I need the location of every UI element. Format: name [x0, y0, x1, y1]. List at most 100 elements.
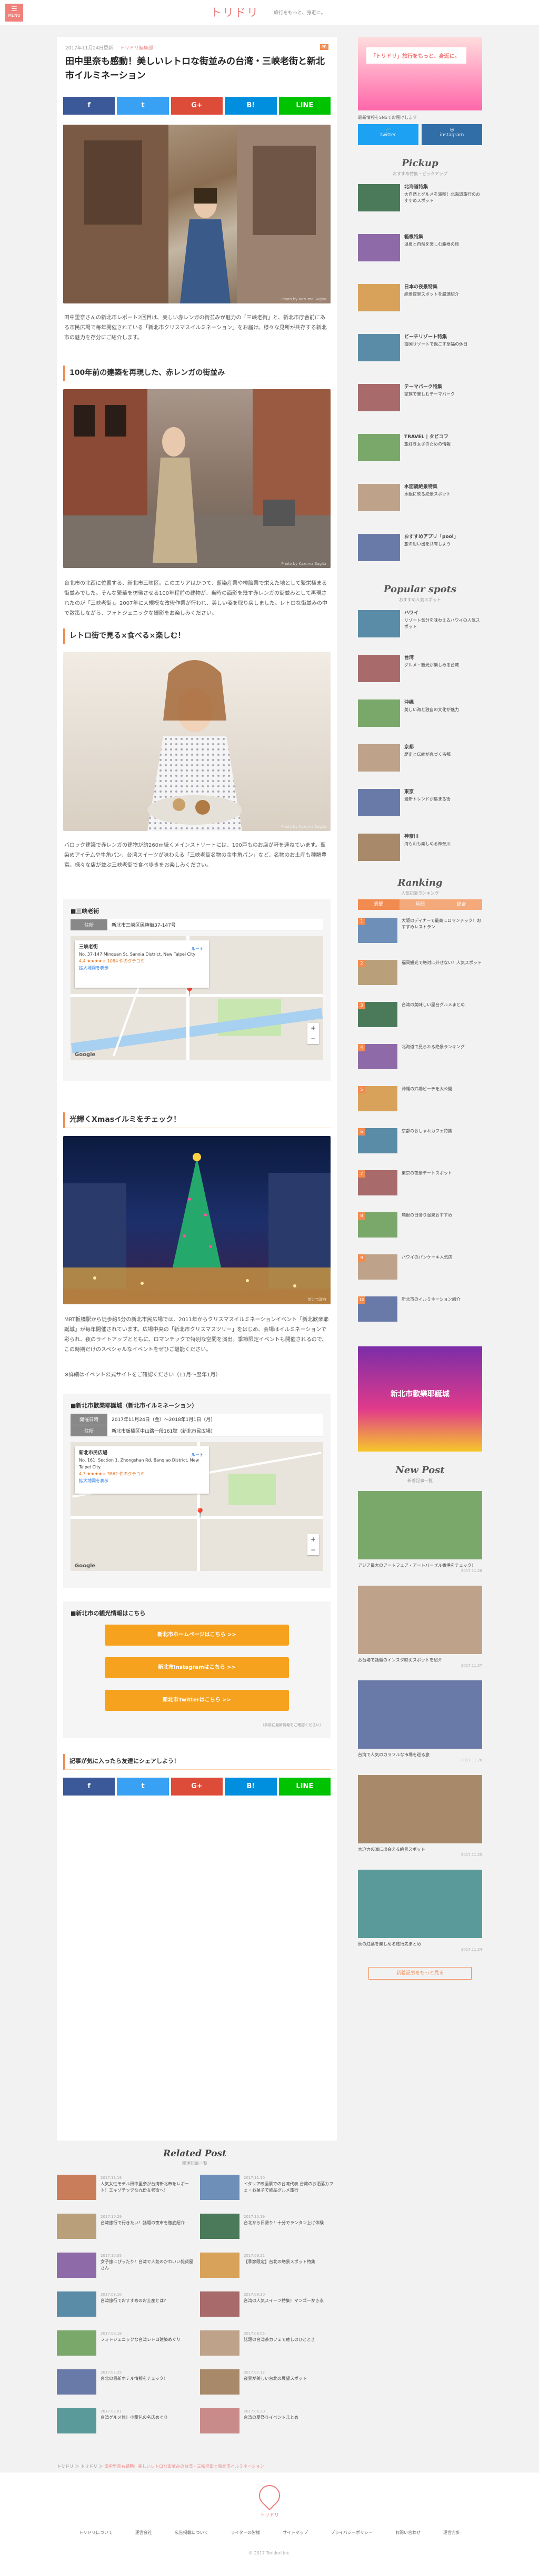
- ranking-item[interactable]: 1 大阪のディナーで最高にロマンチック！おすすめレストラン: [358, 918, 482, 943]
- googleplus-share-button[interactable]: G+: [171, 97, 223, 115]
- footer-nav-link[interactable]: 運営会社: [135, 2530, 152, 2536]
- newpost-item[interactable]: 秋の紅葉を楽しめる旅行先まとめ 2017.11.24: [358, 1870, 482, 1952]
- footer-nav-link[interactable]: サイトマップ: [283, 2530, 308, 2536]
- related-post-item[interactable]: 2017.11.18 人気女性モデル田中里奈が台湾新北市をレポート！エキゾチックな…: [57, 2175, 194, 2200]
- google-map[interactable]: 📍 新北市民広場 No. 161, Section 1, Zhongshan R…: [71, 1442, 323, 1571]
- footer-nav-link[interactable]: トリドリについて: [79, 2530, 113, 2536]
- related-post-item[interactable]: 2017.11.10 イタリア映画祭での台湾代表 台湾のお洒落カフェ・お菓子で絶品…: [200, 2175, 337, 2200]
- footer-nav-link[interactable]: 広告掲載について: [175, 2530, 208, 2536]
- popular-spot-item[interactable]: ハワイ リゾート気分を味わえるハワイの人気スポット: [358, 610, 482, 637]
- hatena-share-button[interactable]: B!: [225, 97, 277, 115]
- info-row-address: 住所 新北市三峡区民権街37-147号: [71, 919, 323, 931]
- instagram-follow-button[interactable]: ◎ instagram: [422, 124, 482, 145]
- popular-spot-item[interactable]: 台湾 グルメ・観光が楽しめる台湾: [358, 655, 482, 682]
- tab-weekly[interactable]: 週間: [358, 899, 400, 910]
- ranking-item[interactable]: 8 箱根の日帰り温泉おすすめ: [358, 1212, 482, 1238]
- breadcrumb-home[interactable]: トリドリ: [57, 2464, 74, 2469]
- related-post-item[interactable]: 2017.09.22 【季節限定】台北の絶景スポット特集: [200, 2253, 337, 2278]
- breadcrumb-category[interactable]: トリドリ: [81, 2464, 97, 2469]
- sidebar-ad-banner[interactable]: 新北市歡樂耶誕城: [358, 1346, 482, 1452]
- popular-spot-item[interactable]: 東京 最新トレンドが集まる街: [358, 789, 482, 816]
- popular-spot-item[interactable]: 京都 歴史と伝統が息づく古都: [358, 744, 482, 772]
- twitter-share-button[interactable]: t: [117, 97, 169, 115]
- article-author[interactable]: トリドリ編集部: [120, 46, 153, 51]
- related-post-item[interactable]: 2017.07.01 台湾グルメ旅！小籠包の名店めぐり: [57, 2408, 194, 2433]
- ranking-item[interactable]: 6 京都のおしゃれカフェ特集: [358, 1128, 482, 1153]
- map-zoom-controls[interactable]: + −: [307, 1534, 319, 1555]
- related-post-item[interactable]: 2017.10.29 台湾旅行で行きたい！話題の夜市を徹底紹介: [57, 2214, 194, 2239]
- facebook-share-button[interactable]: f: [63, 97, 115, 115]
- newpost-item[interactable]: アジア最大のアートフェア・アートバーゼル香港をチェック！ 2017.11.28: [358, 1491, 482, 1573]
- related-post-item[interactable]: 2017.10.05 女子旅にぴったり！台湾で人気のかわいい雑貨屋さん: [57, 2253, 194, 2278]
- popular-spot-item[interactable]: 沖縄 美しい海と独自の文化が魅力: [358, 699, 482, 727]
- pickup-item[interactable]: おすすめアプリ「pool」 旅の思い出を共有しよう: [358, 534, 482, 561]
- ranking-thumbnail: 8: [358, 1212, 397, 1238]
- newtaipei-instagram-button[interactable]: 新北市Instagramはこちら >>: [105, 1657, 289, 1678]
- footer-nav-link[interactable]: プライバシーポリシー: [331, 2530, 373, 2536]
- popular-spot-thumbnail: [358, 744, 400, 772]
- footer-nav-link[interactable]: ライターの皆様: [231, 2530, 260, 2536]
- newtaipei-homepage-button[interactable]: 新北市ホームページはこちら >>: [105, 1625, 289, 1646]
- newpost-title: 大迫力の滝に出会える絶景スポット: [358, 1847, 425, 1852]
- sidebar-app-banner[interactable]: 「トリドリ」旅行をもっと、身近に。: [358, 37, 482, 110]
- popular-spot-item[interactable]: 神奈川 海も山も楽しめる神奈川: [358, 834, 482, 861]
- ranking-thumbnail: 2: [358, 960, 397, 985]
- ranking-thumbnail: 6: [358, 1128, 397, 1153]
- ranking-item[interactable]: 10 新北市のイルミネーション紹介: [358, 1296, 482, 1322]
- related-post-item[interactable]: 2017.06.20 台湾の夏祭りイベントまとめ: [200, 2408, 337, 2433]
- googleplus-share-button[interactable]: G+: [171, 1778, 223, 1796]
- map-zoom-controls[interactable]: + −: [307, 1023, 319, 1044]
- newtaipei-twitter-button[interactable]: 新北市Twitterはこちら >>: [105, 1690, 289, 1711]
- pickup-item[interactable]: 日本の夜景特集 絶景夜景スポットを厳選紹介: [358, 284, 482, 311]
- pickup-item[interactable]: 北海道特集 大自然とグルメを満喫！北海道旅行のおすすめスポット: [358, 184, 482, 211]
- newpost-item[interactable]: 台湾で人気のカラフルな市場を巡る旅 2017.11.26: [358, 1680, 482, 1762]
- pickup-item[interactable]: TRAVEL | タビコフ 旅好き女子のための情報: [358, 434, 482, 461]
- site-logo[interactable]: トリドリ: [211, 4, 259, 20]
- popular-spot-title: 沖縄: [404, 700, 414, 705]
- related-post-item[interactable]: 2017.07.12 夜景が美しい台北の展望スポット: [200, 2369, 337, 2395]
- google-map[interactable]: 📍 三峡老街 No. 37-147 Minquan St, Sanxia Dis…: [71, 936, 323, 1060]
- ranking-item[interactable]: 7 東京の夜景デートスポット: [358, 1170, 482, 1195]
- map-larger-link[interactable]: 拡大地図を表示: [79, 1478, 108, 1483]
- ranking-item[interactable]: 9 ハワイのパンケーキ人気店: [358, 1254, 482, 1280]
- pickup-item[interactable]: ビーチリゾート特集 南国リゾートで過ごす至福の休日: [358, 334, 482, 361]
- ranking-item[interactable]: 2 福岡観光で絶対に外せない！人気スポット: [358, 960, 482, 985]
- popular-title: Popular spots: [383, 584, 457, 595]
- tab-monthly[interactable]: 月間: [399, 899, 441, 910]
- ranking-item[interactable]: 4 北海道で見られる絶景ランキング: [358, 1044, 482, 1069]
- twitter-share-button[interactable]: t: [117, 1778, 169, 1796]
- pickup-item[interactable]: テーマパーク特集 家族で楽しむテーマパーク: [358, 384, 482, 411]
- map-directions-link[interactable]: ルート: [191, 946, 204, 952]
- twitter-follow-button[interactable]: 🐦 twitter: [358, 124, 418, 145]
- footer-logo-text[interactable]: トリドリ: [247, 2511, 292, 2518]
- line-share-button[interactable]: LINE: [278, 97, 331, 115]
- footer-nav-link[interactable]: お問い合わせ: [395, 2530, 421, 2536]
- related-post-item[interactable]: 2017.08.30 台湾の人気スイーツ特集！マンゴーかき氷: [200, 2291, 337, 2317]
- newpost-thumbnail: [358, 1870, 482, 1938]
- line-share-button[interactable]: LINE: [278, 1778, 331, 1796]
- map-pin-icon[interactable]: 📍: [194, 1508, 206, 1519]
- map-pin-icon[interactable]: 📍: [184, 986, 195, 997]
- pickup-item-title: TRAVEL | タビコフ: [404, 434, 448, 440]
- hatena-share-button[interactable]: B!: [225, 1778, 277, 1796]
- pickup-item[interactable]: 箱根特集 温泉と自然を楽しむ箱根の旅: [358, 234, 482, 261]
- related-post-item[interactable]: 2017.08.05 話題の台湾茶カフェで癒しのひととき: [200, 2330, 337, 2356]
- pickup-item[interactable]: 水面鏡絶景特集 水鏡に映る絶景スポット: [358, 484, 482, 511]
- related-post-item[interactable]: 2017.10.19 台北から日帰り！十分でランタン上げ体験: [200, 2214, 337, 2239]
- ranking-item[interactable]: 3 台湾の美味しい屋台グルメまとめ: [358, 1002, 482, 1027]
- map-directions-link[interactable]: ルート: [191, 1452, 204, 1458]
- menu-button[interactable]: ☰ MENU: [5, 4, 23, 22]
- tab-all-time[interactable]: 総合: [441, 899, 483, 910]
- footer-nav-link[interactable]: 運営方針: [443, 2530, 460, 2536]
- related-post-item[interactable]: 2017.08.18 フォトジェニックな台湾レトロ建築めぐり: [57, 2330, 194, 2356]
- related-post-item[interactable]: 2017.07.25 台北の最新ホテル情報をチェック！: [57, 2369, 194, 2395]
- map-larger-link[interactable]: 拡大地図を表示: [79, 966, 108, 970]
- newpost-item[interactable]: お台場で話題のインスタ映えスポットを紹介 2017.11.27: [358, 1586, 482, 1668]
- related-post-title: 話題の台湾茶カフェで癒しのひととき: [244, 2337, 315, 2342]
- ranking-item[interactable]: 5 沖縄の穴場ビーチを大公開: [358, 1086, 482, 1111]
- facebook-share-button[interactable]: f: [63, 1778, 115, 1796]
- related-post-item[interactable]: 2017.09.10 台湾旅行でおすすめのお土産とは？: [57, 2291, 194, 2317]
- newpost-item[interactable]: 大迫力の滝に出会える絶景スポット 2017.11.25: [358, 1775, 482, 1857]
- sidebar-follow-text: 最新情報をSNSでお届けします: [358, 115, 417, 120]
- newpost-more-button[interactable]: 新着記事をもっと見る: [368, 1967, 472, 1980]
